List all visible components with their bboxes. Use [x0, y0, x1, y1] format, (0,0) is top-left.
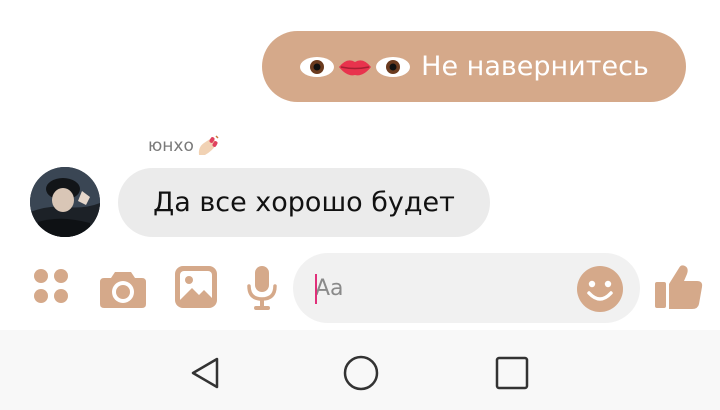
apps-icon[interactable] — [33, 268, 69, 304]
lips-emoji-icon — [339, 59, 372, 75]
recents-icon[interactable] — [494, 355, 530, 391]
sender-name: юнхо — [148, 135, 220, 157]
sender-name-text: юнхо — [148, 136, 194, 156]
eye-emoji-icon — [376, 56, 411, 77]
avatar-photo — [30, 167, 100, 237]
image-icon[interactable] — [175, 266, 217, 308]
message-composer[interactable] — [293, 253, 640, 323]
incoming-message-text: Да все хорошо будет — [153, 187, 455, 218]
outgoing-message-text: Не навернитесь — [421, 51, 649, 82]
thumbs-up-icon[interactable] — [655, 264, 703, 310]
outgoing-message[interactable]: Не навернитесь — [262, 31, 686, 102]
back-icon[interactable] — [187, 355, 223, 391]
eye-emoji-icon — [300, 56, 335, 77]
text-caret — [315, 274, 317, 304]
camera-icon[interactable] — [100, 268, 146, 308]
eyes-lips-emoji — [299, 56, 411, 78]
message-input[interactable] — [315, 265, 565, 311]
navigation-bar — [0, 330, 720, 410]
microphone-icon[interactable] — [247, 266, 277, 310]
emoji-smile-icon[interactable] — [576, 265, 624, 313]
incoming-message[interactable]: Да все хорошо будет — [118, 168, 490, 237]
nail-polish-emoji-icon — [198, 135, 219, 155]
avatar[interactable] — [30, 167, 100, 237]
home-icon[interactable] — [342, 354, 380, 392]
chat-area: Не навернитесь юнхо Да все хорошо будет — [0, 0, 720, 330]
